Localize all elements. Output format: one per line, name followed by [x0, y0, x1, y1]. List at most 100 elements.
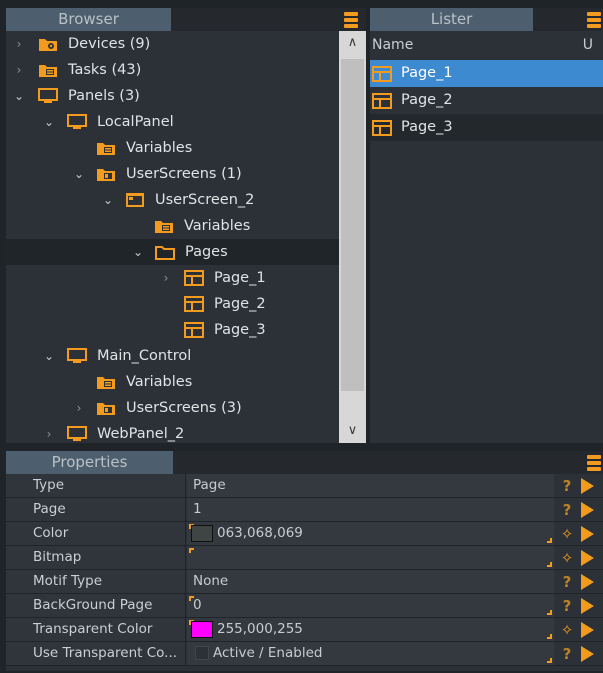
play-arrow-icon[interactable] — [581, 646, 594, 662]
color-swatch[interactable] — [191, 621, 213, 638]
chevron-down-icon[interactable]: ⌄ — [12, 83, 26, 109]
folder-open-icon — [155, 246, 175, 260]
property-value[interactable]: 1 — [187, 498, 554, 521]
tree-item-label: Tasks (43) — [68, 62, 142, 78]
lister-item-page-1[interactable]: Page_1 — [370, 60, 603, 87]
tree-item-variables[interactable]: Variables — [6, 213, 339, 239]
tree-item-variables[interactable]: Variables — [6, 135, 339, 161]
play-arrow-icon[interactable] — [581, 574, 594, 590]
property-name: Page — [6, 498, 186, 521]
chevron-down-icon[interactable]: ⌄ — [42, 343, 56, 369]
lister-item-page-2[interactable]: Page_2 — [370, 87, 603, 114]
tree-item-page-1[interactable]: › Page_1 — [6, 265, 339, 291]
lister-item-label: Page_3 — [401, 119, 453, 135]
use-transparent-checkbox-field[interactable]: Active / Enabled — [187, 642, 554, 665]
help-icon[interactable]: ? — [558, 572, 576, 592]
checkbox[interactable] — [195, 646, 209, 660]
monitor-icon — [38, 88, 58, 103]
tree-item-userscreens[interactable]: › UserScreens (3) — [6, 395, 339, 421]
tree-item-label: LocalPanel — [97, 114, 174, 130]
page-grid-icon — [372, 66, 392, 82]
scroll-down-icon[interactable]: ∨ — [339, 421, 366, 441]
tree-item-page-3[interactable]: Page_3 — [6, 317, 339, 343]
play-arrow-icon[interactable] — [581, 478, 594, 494]
color-field[interactable]: 063,068,069 — [187, 522, 554, 545]
hamburger-icon[interactable] — [587, 455, 601, 471]
chevron-down-icon[interactable]: ⌄ — [42, 109, 56, 135]
tree-item-devices[interactable]: › Devices (9) — [6, 31, 339, 57]
lister-item-label: Page_1 — [401, 65, 453, 81]
transparent-color-field[interactable]: 255,000,255 — [187, 618, 554, 641]
chevron-right-icon[interactable]: › — [72, 395, 86, 421]
tree-item-panels[interactable]: ⌄ Panels (3) — [6, 83, 339, 109]
play-arrow-icon[interactable] — [581, 550, 594, 566]
help-icon[interactable]: ? — [558, 500, 576, 520]
chevron-right-icon[interactable]: › — [42, 421, 56, 443]
tree-item-userscreen-2[interactable]: ⌄ UserScreen_2 — [6, 187, 339, 213]
tree-item-label: UserScreens (1) — [126, 166, 242, 182]
property-row-motif-type: Motif Type None ? — [6, 570, 603, 594]
scroll-thumb[interactable] — [341, 59, 364, 391]
property-row-page: Page 1 ? — [6, 498, 603, 522]
tree-item-label: UserScreen_2 — [155, 192, 255, 208]
property-name: Use Transparent Co... — [6, 642, 186, 665]
monitor-icon — [67, 114, 87, 129]
tree-item-label: Main_Control — [97, 348, 192, 364]
monitor-icon — [67, 348, 87, 363]
chevron-down-icon[interactable]: ⌄ — [101, 187, 115, 213]
tree-item-localpanel[interactable]: ⌄ LocalPanel — [6, 109, 339, 135]
tree-item-main-control[interactable]: ⌄ Main_Control — [6, 343, 339, 369]
help-icon[interactable]: ? — [558, 476, 576, 496]
magic-wand-icon[interactable]: ✧ — [558, 620, 576, 640]
magic-wand-icon[interactable]: ✧ — [558, 524, 576, 544]
lister-item-page-3[interactable]: Page_3 — [370, 114, 603, 141]
play-arrow-icon[interactable] — [581, 526, 594, 542]
page-grid-icon — [372, 120, 392, 136]
tree-item-label: Devices (9) — [68, 36, 151, 52]
chevron-down-icon[interactable]: ⌄ — [72, 161, 86, 187]
property-value[interactable]: Page — [187, 474, 554, 497]
tree-item-tasks[interactable]: › Tasks (43) — [6, 57, 339, 83]
tree-item-label: UserScreens (3) — [126, 400, 242, 416]
hamburger-icon[interactable] — [587, 12, 601, 28]
column-header-name[interactable]: Name — [372, 37, 413, 53]
magic-wand-icon[interactable]: ✧ — [558, 548, 576, 568]
tree-item-label: Pages — [185, 244, 228, 260]
property-name: Color — [6, 522, 186, 545]
property-name: Type — [6, 474, 186, 497]
color-swatch[interactable] — [191, 525, 213, 542]
tree-item-pages[interactable]: ⌄ Pages — [6, 239, 339, 265]
help-icon[interactable]: ? — [558, 644, 576, 664]
tree-scrollbar[interactable]: ∧ ∨ — [339, 31, 366, 443]
property-value-text: Active / Enabled — [213, 645, 323, 661]
play-arrow-icon[interactable] — [581, 598, 594, 614]
chevron-down-icon[interactable]: ⌄ — [131, 239, 145, 265]
tree-item-label: Variables — [126, 374, 193, 390]
play-arrow-icon[interactable] — [581, 502, 594, 518]
chevron-right-icon[interactable]: › — [12, 31, 26, 57]
property-value-text: 0 — [193, 597, 202, 613]
tree-item-userscreens[interactable]: ⌄ UserScreens (1) — [6, 161, 339, 187]
hamburger-icon[interactable] — [344, 12, 358, 28]
play-arrow-icon[interactable] — [581, 622, 594, 638]
motif-type-select[interactable]: None — [187, 570, 554, 593]
background-page-field[interactable]: 0 — [187, 594, 554, 617]
property-row-bitmap: Bitmap ✧ — [6, 546, 603, 570]
monitor-icon — [67, 426, 87, 441]
column-header-u[interactable]: U — [583, 37, 593, 53]
chevron-right-icon[interactable]: › — [12, 57, 26, 83]
folder-screen-icon — [97, 403, 115, 415]
bitmap-field[interactable] — [187, 546, 554, 569]
help-icon[interactable]: ? — [558, 596, 576, 616]
tree-item-variables[interactable]: Variables — [6, 369, 339, 395]
property-row-use-transparent-color: Use Transparent Co... Active / Enabled ? — [6, 642, 603, 666]
chevron-right-icon[interactable]: › — [159, 265, 173, 291]
scroll-up-icon[interactable]: ∧ — [339, 33, 366, 53]
tree-item-webpanel-2[interactable]: › WebPanel_2 — [6, 421, 339, 443]
tree-item-label: Panels (3) — [68, 88, 140, 104]
tree-item-page-2[interactable]: Page_2 — [6, 291, 339, 317]
tree-item-label: Page_3 — [214, 322, 266, 338]
folder-stack-icon — [97, 143, 115, 155]
tree-item-label: Page_1 — [214, 270, 266, 286]
property-value-text: 063,068,069 — [217, 525, 303, 541]
